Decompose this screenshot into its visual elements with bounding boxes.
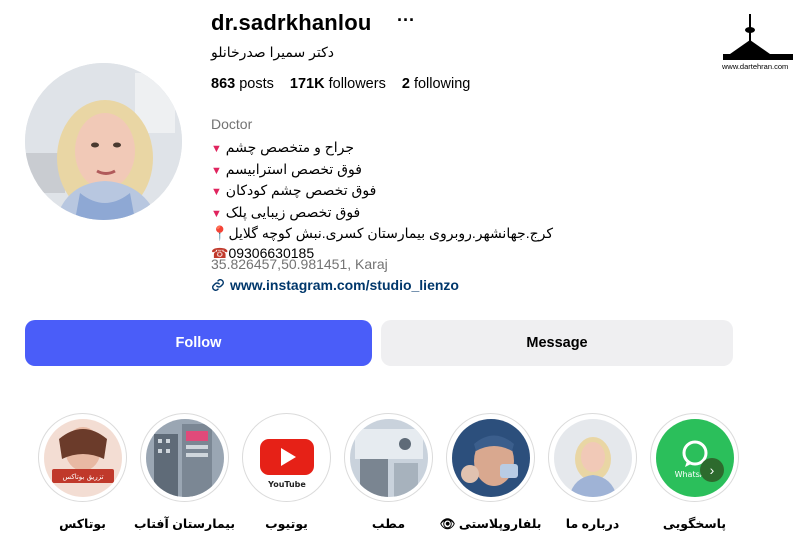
highlight-thumbnail — [451, 418, 530, 497]
triangle-marker-icon: ▼ — [211, 186, 222, 198]
profile-full-name: دکتر سمیرا صدرخانلو — [211, 44, 334, 60]
youtube-logo-text: YouTube — [267, 480, 306, 489]
highlight-label: بلفاروپلاستی 👁 — [439, 517, 542, 531]
watermark-url: www.dartehran.com — [722, 62, 789, 71]
profile-link[interactable]: www.instagram.com/studio_lienzo — [211, 277, 459, 293]
bio-line-text: فوق تخصص استرابیسم — [225, 160, 362, 177]
triangle-marker-icon: ▼ — [211, 207, 222, 220]
highlight-ring — [446, 413, 535, 502]
triangle-marker-icon: ▼ — [211, 143, 222, 155]
highlight-thumbnail: YouTube — [247, 418, 326, 497]
highlight-label: درباره ما — [565, 517, 620, 531]
highlight-item[interactable]: بیمارستان آفتاب — [134, 413, 235, 532]
followers-stat[interactable]: 171K followers — [290, 76, 386, 92]
highlight-ring: تزریق بوتاکس — [38, 413, 127, 502]
bio-line-text: فوق تخصص چشم کودکان — [225, 182, 377, 198]
highlight-label: بیمارستان آفتاب — [133, 517, 236, 531]
follow-button[interactable]: Follow — [25, 320, 372, 366]
posts-stat[interactable]: 863 posts — [211, 76, 274, 92]
highlight-thumb-text: تزریق بوتاکس — [62, 473, 103, 481]
profile-category: Doctor — [211, 116, 253, 132]
bio-address-text: کرج.جهانشهر.روبروی بیمارستان کسری.نبش کو… — [228, 225, 554, 241]
highlight-label: پاسخگویی — [662, 517, 727, 531]
following-stat[interactable]: 2 following — [402, 76, 471, 92]
highlight-item[interactable]: YouTube یوتیوب — [242, 413, 331, 532]
highlight-item[interactable]: بلفاروپلاستی 👁 — [439, 413, 542, 532]
bio-line: فوق تخصص استرابیسم ▼ — [211, 160, 571, 182]
highlight-label: بوتاکس — [59, 517, 106, 531]
pin-icon: 📍 — [211, 225, 229, 241]
profile-link-text: www.instagram.com/studio_lienzo — [230, 277, 459, 293]
profile-location[interactable]: 35.826457,50.981451, Karaj — [211, 256, 388, 272]
following-label: following — [413, 76, 471, 92]
story-highlights: تزریق بوتاکس بوتاکس بیمارستان آفتاب YouT… — [38, 413, 739, 532]
followers-count: 171K — [289, 76, 325, 92]
profile-avatar[interactable] — [25, 63, 182, 220]
highlight-thumbnail: WhatsApp — [655, 418, 734, 497]
bio-line-text: جراح و متخصص چشم — [225, 139, 355, 155]
highlight-ring — [344, 413, 433, 502]
highlight-item[interactable]: درباره ما — [548, 413, 637, 532]
highlight-label: یوتیوب — [265, 517, 308, 531]
highlight-label: مطب — [371, 517, 406, 531]
highlight-thumbnail — [553, 418, 632, 497]
bio-line: فوق تخصص چشم کودکان ▼ — [211, 181, 571, 203]
highlight-ring — [548, 413, 637, 502]
message-button[interactable]: Message — [381, 320, 733, 366]
profile-bio: جراح و متخصص چشم ▼ فوق تخصص استرابیسم ▼ … — [211, 138, 571, 263]
following-count: 2 — [401, 76, 410, 92]
highlight-item[interactable]: تزریق بوتاکس بوتاکس — [38, 413, 127, 532]
highlight-thumbnail — [145, 418, 224, 497]
more-options-icon[interactable]: ··· — [397, 10, 415, 31]
bio-line: جراح و متخصص چشم ▼ — [211, 138, 571, 160]
highlight-ring: YouTube — [242, 413, 331, 502]
highlight-ring — [140, 413, 229, 502]
chevron-right-icon[interactable]: › — [700, 458, 724, 482]
highlight-thumbnail — [349, 418, 428, 497]
bio-line: فوق تخصص زیبایی پلک ▼ — [211, 203, 571, 225]
profile-stats: 863 posts 171K followers 2 following — [211, 76, 470, 92]
followers-label: followers — [328, 76, 386, 92]
posts-label: posts — [239, 76, 274, 92]
triangle-marker-icon: ▼ — [211, 164, 222, 177]
highlight-item[interactable]: مطب — [344, 413, 433, 532]
highlight-thumbnail: تزریق بوتاکس — [43, 418, 122, 497]
highlight-ring: WhatsApp — [650, 413, 739, 502]
link-icon — [212, 279, 224, 291]
posts-count: 863 — [211, 76, 236, 92]
bio-address: کرج.جهانشهر.روبروی بیمارستان کسری.نبش کو… — [211, 224, 571, 244]
profile-username: dr.sadrkhanlou — [211, 10, 372, 35]
bio-line-text: فوق تخصص زیبایی پلک — [225, 203, 361, 220]
highlight-item[interactable]: WhatsApp پاسخگویی — [650, 413, 739, 532]
